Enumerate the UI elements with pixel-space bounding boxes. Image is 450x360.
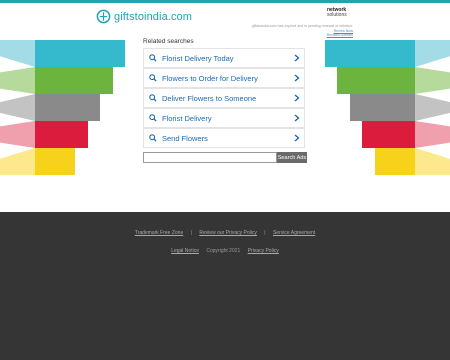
search-ads-button[interactable]: Search Ads (277, 152, 307, 163)
related-search-item[interactable]: Florist Delivery (143, 108, 305, 128)
right-stripe-2 (415, 67, 450, 94)
related-search-item[interactable]: Flowers to Order for Delivery (143, 68, 305, 88)
right-stripe-5 (415, 148, 450, 175)
globe-logo-icon (96, 9, 111, 24)
search-icon (149, 134, 157, 142)
left-stripe-3-solid (35, 94, 100, 121)
related-search-label: Flowers to Order for Delivery (162, 73, 258, 83)
related-search-label: Send Flowers (162, 133, 208, 143)
related-search-item[interactable]: Florist Delivery Today (143, 48, 305, 68)
chevron-right-icon (294, 114, 300, 122)
separator: | (264, 230, 266, 236)
site-logo[interactable]: giftstoindia.com (96, 9, 192, 24)
search-bar: Search Ads (143, 152, 307, 163)
trademark-link[interactable]: Trademark Free Zone (135, 230, 183, 236)
search-icon (149, 54, 157, 62)
footer-links-row: Trademark Free Zone | Review our Privacy… (0, 230, 450, 236)
privacy-review-link[interactable]: Review our Privacy Policy (199, 230, 257, 236)
search-input[interactable] (143, 152, 277, 163)
related-searches-title: Related searches (143, 38, 194, 45)
left-stripe-2-solid (35, 67, 113, 94)
search-icon (149, 114, 157, 122)
partner-logo-line2: solutions (327, 12, 347, 18)
right-stripe-1 (415, 40, 450, 67)
left-stripe-3 (0, 94, 35, 121)
left-stripe-4 (0, 121, 35, 148)
parked-page-main: giftstoindia.com network solutions gifts… (0, 3, 450, 212)
chevron-right-icon (294, 134, 300, 142)
right-stripe-3 (415, 94, 450, 121)
left-stripe-4-solid (35, 121, 88, 148)
privacy-policy-link[interactable]: Privacy Policy (248, 248, 279, 254)
reclaim-link[interactable]: Reclaim Domain (327, 33, 353, 37)
footer: Trademark Free Zone | Review our Privacy… (0, 212, 450, 360)
chevron-right-icon (294, 94, 300, 102)
related-search-item[interactable]: Send Flowers (143, 128, 305, 148)
related-search-label: Florist Delivery (162, 113, 212, 123)
search-icon (149, 74, 157, 82)
left-stripe-1-solid (35, 40, 125, 67)
right-stripe-3-solid (350, 94, 415, 121)
expiry-notice: giftstoindia.com has expired and is pend… (229, 24, 353, 38)
renew-link[interactable]: Renew Now (334, 29, 353, 33)
right-stripe-5-solid (375, 148, 415, 175)
right-stripe-1-solid (325, 40, 415, 67)
separator: | (190, 230, 192, 236)
legal-notice-link[interactable]: Legal Notice (171, 248, 199, 254)
site-name: giftstoindia.com (114, 10, 193, 23)
chevron-right-icon (294, 74, 300, 82)
related-search-item[interactable]: Deliver Flowers to Someone (143, 88, 305, 108)
related-search-label: Deliver Flowers to Someone (162, 93, 257, 103)
footer-legal-row: Legal Notice Copyright 2021 Privacy Poli… (0, 248, 450, 254)
left-stripe-5 (0, 148, 35, 175)
left-stripe-5-solid (35, 148, 75, 175)
left-stripe-2 (0, 67, 35, 94)
related-searches-list: Florist Delivery Today Flowers to Order … (143, 48, 305, 148)
left-stripe-1 (0, 40, 35, 67)
right-stripe-4-solid (362, 121, 415, 148)
related-search-label: Florist Delivery Today (162, 53, 234, 63)
copyright-text: Copyright 2021 (206, 248, 241, 254)
right-stripe-2-solid (337, 67, 415, 94)
service-agreement-link[interactable]: Service Agreement (273, 230, 315, 236)
network-solutions-logo[interactable]: network solutions (327, 8, 347, 18)
search-icon (149, 94, 157, 102)
right-stripe-4 (415, 121, 450, 148)
chevron-right-icon (294, 54, 300, 62)
